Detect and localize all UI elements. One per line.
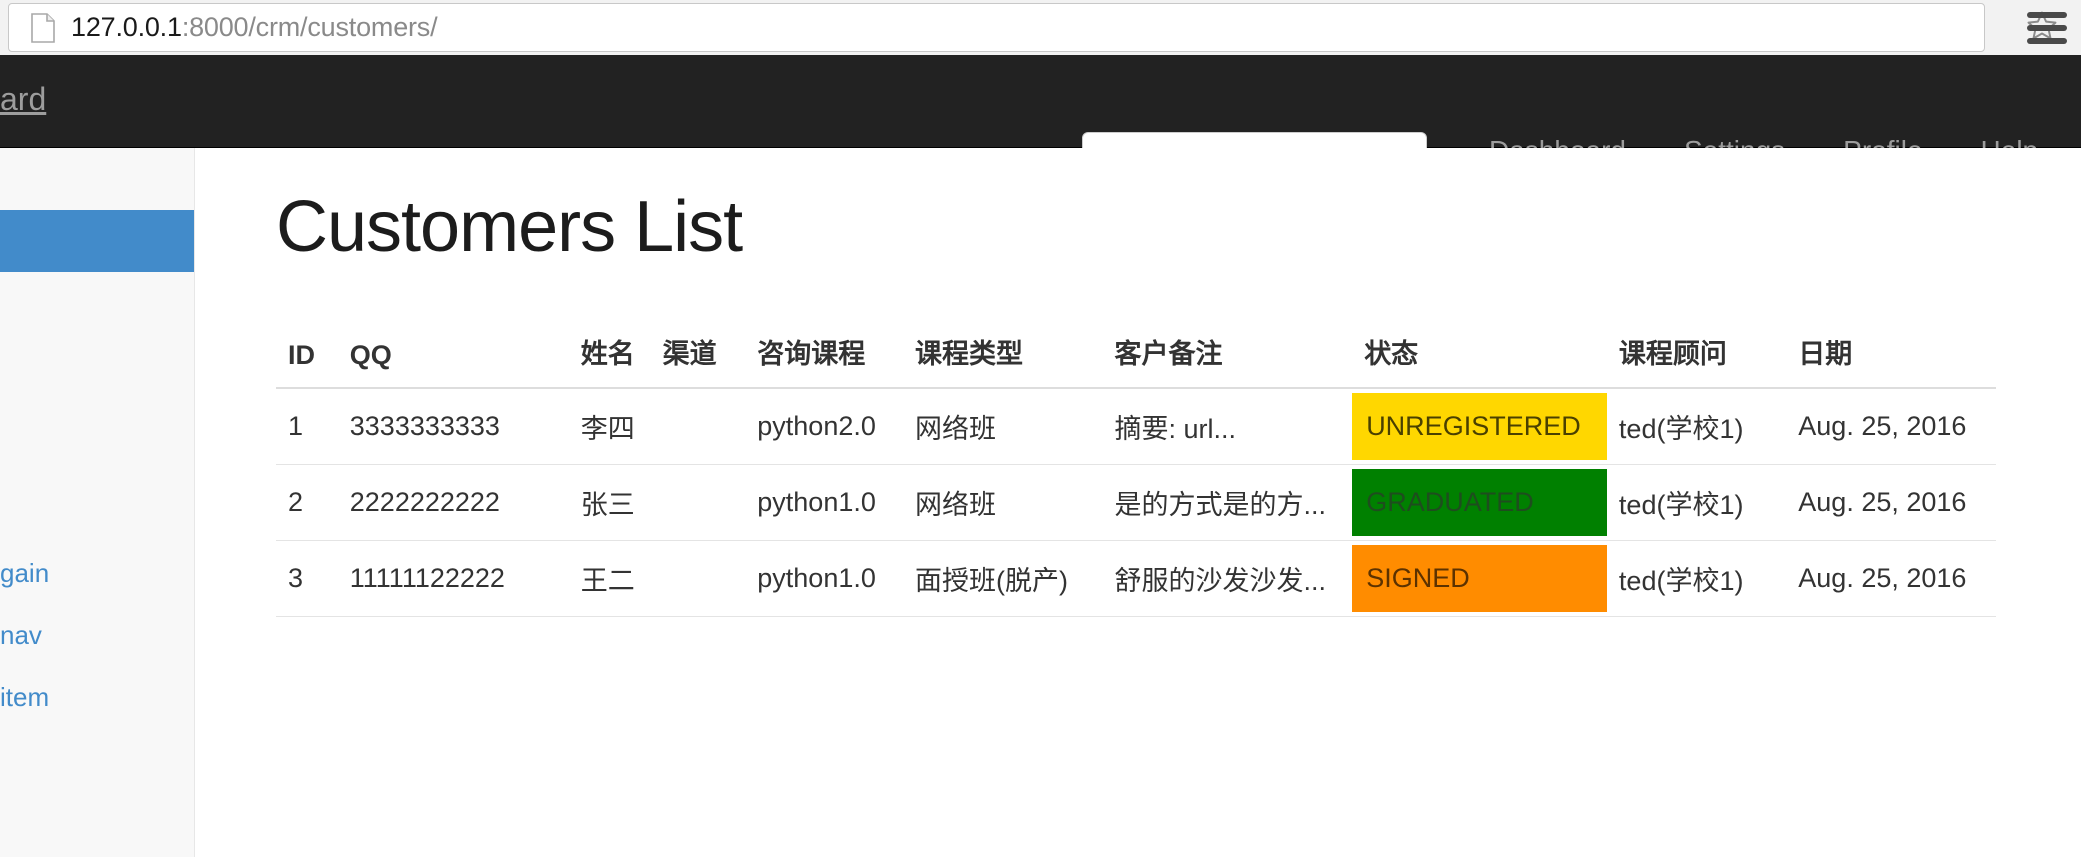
url-text: 127.0.0.1:8000/crm/customers/ [71,12,438,43]
cell-course: python2.0 [745,388,903,466]
cell-note: 摘要: url... [1102,388,1353,466]
sidebar-item-nav[interactable]: nav [0,604,194,666]
table-body: 1 3333333333 李四 python2.0 网络班 摘要: url...… [276,388,1996,618]
cell-note: 舒服的沙发沙发... [1102,540,1353,618]
sidebar-item-link-again[interactable]: gain [0,542,194,604]
cell-course-type: 网络班 [902,464,1103,542]
column-header-coursetype: 课程类型 [902,322,1103,390]
cell-course: python1.0 [745,464,903,542]
cell-status: SIGNED [1352,540,1607,618]
hamburger-menu-icon[interactable] [2027,12,2067,44]
cell-channel [650,464,746,542]
menu-line-3 [2027,38,2067,44]
table-row[interactable]: 1 3333333333 李四 python2.0 网络班 摘要: url...… [276,388,1996,466]
column-header-note: 客户备注 [1102,322,1353,390]
cell-qq: 2222222222 [337,464,569,542]
cell-course-type: 面授班(脱产) [902,540,1103,618]
status-badge: UNREGISTERED [1352,393,1607,461]
status-badge: GRADUATED [1352,469,1607,537]
cell-note: 是的方式是的方... [1102,464,1353,542]
cell-qq: 3333333333 [337,388,569,466]
sidebar-item-active[interactable] [0,210,194,272]
cell-status: UNREGISTERED [1352,388,1607,466]
cell-qq: 11111122222 [337,540,569,618]
column-header-course: 咨询课程 [745,322,903,390]
cell-id: 3 [276,540,338,618]
cell-channel [650,388,746,466]
menu-line-2 [2027,25,2067,31]
cell-course-type: 网络班 [902,388,1103,466]
sidebar: gain nav item [0,148,195,857]
url-bar[interactable]: 127.0.0.1:8000/crm/customers/ [8,3,1985,52]
cell-id: 1 [276,388,338,466]
table-row[interactable]: 3 11111122222 王二 python1.0 面授班(脱产) 舒服的沙发… [276,540,1996,618]
status-badge: SIGNED [1352,545,1607,613]
sidebar-item-2[interactable] [0,272,194,334]
table-header: ID QQ 姓名 渠道 咨询课程 课程类型 客户备注 状态 课程顾问 日期 [276,322,1996,390]
column-header-channel: 渠道 [650,322,746,390]
column-header-name: 姓名 [568,322,651,390]
cell-date: Aug. 25, 2016 [1786,464,1996,542]
url-host: 127.0.0.1 [71,12,182,42]
cell-date: Aug. 25, 2016 [1786,388,1996,466]
main-content: Customers List ID QQ 姓名 渠道 咨询课程 课程类型 客户备… [196,148,2081,857]
column-header-consultant: 课程顾问 [1606,322,1787,390]
column-header-status: 状态 [1352,322,1607,390]
cell-id: 2 [276,464,338,542]
sidebar-item-nav-item[interactable]: item [0,666,194,728]
top-navbar: ard Dashboard Settings Profile Help [0,55,2081,190]
table-header-row: ID QQ 姓名 渠道 咨询课程 课程类型 客户备注 状态 课程顾问 日期 [276,322,1996,390]
cell-channel [650,540,746,618]
customers-table: ID QQ 姓名 渠道 咨询课程 课程类型 客户备注 状态 课程顾问 日期 1 … [276,322,1996,618]
column-header-date: 日期 [1786,322,1996,390]
cell-consultant: ted(学校1) [1606,540,1787,618]
cell-status: GRADUATED [1352,464,1607,542]
column-header-id: ID [276,322,338,390]
document-icon [31,12,55,43]
cell-name: 张三 [568,464,651,542]
cell-name: 王二 [568,540,651,618]
url-path: :8000/crm/customers/ [181,12,438,42]
cell-course: python1.0 [745,540,903,618]
page-title: Customers List [276,187,743,267]
cell-date: Aug. 25, 2016 [1786,540,1996,618]
sidebar-item-0[interactable] [0,148,194,210]
menu-line-1 [2027,12,2067,18]
navbar-brand[interactable]: ard [0,81,46,118]
cell-consultant: ted(学校1) [1606,388,1787,466]
cell-name: 李四 [568,388,651,466]
cell-consultant: ted(学校1) [1606,464,1787,542]
column-header-qq: QQ [337,322,569,390]
browser-chrome: 127.0.0.1:8000/crm/customers/ [0,0,2081,55]
table-row[interactable]: 2 2222222222 张三 python1.0 网络班 是的方式是的方...… [276,464,1996,542]
